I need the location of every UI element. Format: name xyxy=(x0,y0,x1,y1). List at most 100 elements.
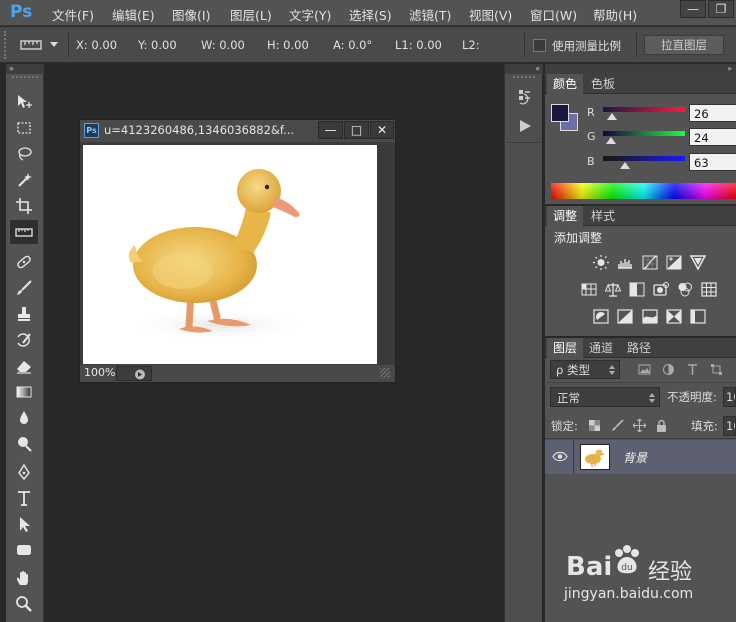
marquee-tool-icon[interactable] xyxy=(10,116,38,140)
menu-select[interactable]: 选择(S) xyxy=(349,5,392,24)
tab-swatches[interactable]: 色板 xyxy=(585,74,621,94)
brightness-icon[interactable] xyxy=(592,254,609,270)
tab-layers[interactable]: 图层 xyxy=(547,338,584,358)
collapse-strip-icon[interactable]: « xyxy=(505,64,543,74)
menu-view[interactable]: 视图(V) xyxy=(469,5,512,24)
type-tool-icon[interactable] xyxy=(10,486,38,510)
document-scrollbar[interactable] xyxy=(378,145,392,364)
minimize-button[interactable]: — xyxy=(680,0,706,18)
channel-mixer-icon[interactable] xyxy=(676,281,693,297)
tool-preset-picker[interactable] xyxy=(20,37,64,53)
eye-icon[interactable] xyxy=(552,451,568,462)
ruler-tool-icon[interactable] xyxy=(10,220,38,244)
fill-field[interactable]: 10 xyxy=(723,416,736,436)
menu-edit[interactable]: 编辑(E) xyxy=(112,5,155,24)
green-slider-handle[interactable] xyxy=(606,137,616,144)
green-slider[interactable] xyxy=(603,131,685,136)
clone-stamp-tool-icon[interactable] xyxy=(10,302,38,326)
image-canvas[interactable] xyxy=(83,145,377,364)
path-selection-tool-icon[interactable] xyxy=(10,512,38,536)
tab-color[interactable]: 颜色 xyxy=(547,74,584,94)
color-balance-icon[interactable] xyxy=(604,281,621,297)
eraser-tool-icon[interactable] xyxy=(10,354,38,378)
curves-icon[interactable] xyxy=(641,254,658,270)
menu-help[interactable]: 帮助(H) xyxy=(593,5,637,24)
menu-layer[interactable]: 图层(L) xyxy=(230,5,272,24)
adjustment-layer-filter-icon[interactable] xyxy=(662,363,675,376)
layer-name[interactable]: 背景 xyxy=(623,449,647,466)
gradient-map-icon[interactable] xyxy=(665,308,682,324)
document-close-button[interactable]: ✕ xyxy=(370,121,394,139)
status-info-box[interactable] xyxy=(116,366,152,381)
invert-icon[interactable] xyxy=(592,308,609,324)
hue-saturation-icon[interactable] xyxy=(580,281,597,297)
panel-grip[interactable] xyxy=(12,76,38,80)
history-brush-tool-icon[interactable] xyxy=(10,328,38,352)
red-slider-handle[interactable] xyxy=(607,113,617,120)
tab-adjustments[interactable]: 调整 xyxy=(547,206,584,226)
magic-wand-tool-icon[interactable] xyxy=(10,168,38,192)
blue-value-field[interactable]: 63 xyxy=(689,153,736,171)
history-panel-icon[interactable] xyxy=(515,87,535,107)
lock-position-icon[interactable] xyxy=(633,419,646,432)
document-minimize-button[interactable]: — xyxy=(318,121,343,139)
gradient-tool-icon[interactable] xyxy=(10,380,38,404)
red-slider[interactable] xyxy=(603,107,685,112)
tab-paths[interactable]: 路径 xyxy=(621,338,657,358)
tab-styles[interactable]: 样式 xyxy=(585,206,621,226)
lock-image-pixels-icon[interactable] xyxy=(611,419,624,432)
zoom-level[interactable]: 100% xyxy=(84,366,115,379)
pen-tool-icon[interactable] xyxy=(10,460,38,484)
menu-type[interactable]: 文字(Y) xyxy=(289,5,331,24)
color-lookup-icon[interactable] xyxy=(700,281,717,297)
blend-mode-select[interactable]: 正常 xyxy=(550,387,660,407)
move-tool-icon[interactable] xyxy=(10,90,38,114)
red-value-field[interactable]: 26 xyxy=(689,104,736,122)
options-grip[interactable] xyxy=(4,31,8,59)
lock-all-icon[interactable] xyxy=(655,419,668,432)
selective-color-icon[interactable] xyxy=(689,308,706,324)
brush-tool-icon[interactable] xyxy=(10,276,38,300)
shape-layer-filter-icon[interactable] xyxy=(710,363,723,376)
blue-slider[interactable] xyxy=(603,156,685,161)
foreground-color-swatch[interactable] xyxy=(551,104,569,122)
vibrance-icon[interactable] xyxy=(689,254,706,270)
opacity-field[interactable]: 10 xyxy=(723,387,736,407)
document-titlebar[interactable]: Ps u=4123260486,1346036882&f... — □ ✕ xyxy=(80,120,395,142)
hand-tool-icon[interactable] xyxy=(10,566,38,590)
blur-tool-icon[interactable] xyxy=(10,406,38,430)
document-maximize-button[interactable]: □ xyxy=(344,121,369,139)
layer-filter-select[interactable]: ρ 类型 xyxy=(550,360,620,379)
posterize-icon[interactable] xyxy=(616,308,633,324)
lock-transparent-pixels-icon[interactable] xyxy=(588,419,601,432)
tab-channels[interactable]: 通道 xyxy=(583,338,619,358)
collapse-tools-icon[interactable]: » xyxy=(6,64,44,74)
collapse-panels-icon[interactable]: » xyxy=(545,64,736,74)
dodge-tool-icon[interactable] xyxy=(10,432,38,456)
actions-panel-icon[interactable] xyxy=(515,116,535,136)
menu-filter[interactable]: 滤镜(T) xyxy=(409,5,451,24)
rectangle-tool-icon[interactable] xyxy=(10,538,38,562)
photo-filter-icon[interactable] xyxy=(652,281,669,297)
exposure-icon[interactable] xyxy=(665,254,682,270)
blue-slider-handle[interactable] xyxy=(620,162,630,169)
menu-file[interactable]: 文件(F) xyxy=(52,5,94,24)
menu-image[interactable]: 图像(I) xyxy=(172,5,210,24)
threshold-icon[interactable] xyxy=(641,308,658,324)
restore-button[interactable]: ❐ xyxy=(708,0,734,18)
menu-window[interactable]: 窗口(W) xyxy=(530,5,577,24)
black-white-icon[interactable] xyxy=(628,281,645,297)
green-value-field[interactable]: 24 xyxy=(689,128,736,146)
levels-icon[interactable] xyxy=(616,254,633,270)
type-layer-filter-icon[interactable] xyxy=(686,363,699,376)
healing-brush-tool-icon[interactable] xyxy=(10,250,38,274)
panel-grip[interactable] xyxy=(513,76,535,80)
pixel-layer-filter-icon[interactable] xyxy=(638,363,651,376)
measurement-scale-checkbox[interactable] xyxy=(533,39,546,52)
lasso-tool-icon[interactable] xyxy=(10,142,38,166)
resize-grip[interactable] xyxy=(380,368,390,378)
layer-row[interactable]: 背景 xyxy=(545,440,736,474)
document-window[interactable]: Ps u=4123260486,1346036882&f... — □ ✕ 10… xyxy=(79,119,396,383)
color-spectrum-ramp[interactable] xyxy=(551,183,736,199)
straighten-layer-button[interactable]: 拉直图层 xyxy=(644,35,724,55)
